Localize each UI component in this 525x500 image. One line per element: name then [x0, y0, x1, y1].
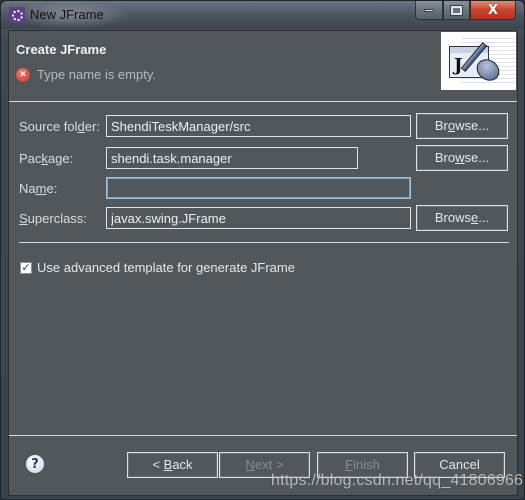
maximize-button[interactable] — [443, 1, 470, 20]
eclipse-gear-icon — [9, 7, 25, 23]
package-label: Package: — [19, 151, 74, 166]
advanced-template-checkbox[interactable]: ✓ — [20, 261, 32, 274]
package-input[interactable] — [106, 147, 358, 169]
name-label: Name: — [19, 181, 58, 196]
wizard-message: × Type name is empty. — [16, 67, 156, 82]
name-row: Name: — [9, 177, 517, 201]
new-jframe-dialog: New JFrame X Create JFrame × Type name i… — [0, 0, 525, 500]
close-button[interactable]: X — [470, 1, 516, 20]
window-title: New JFrame — [30, 7, 104, 22]
source-folder-row: Source folder: Browse... — [9, 113, 517, 139]
maximize-icon — [450, 4, 463, 16]
superclass-label: Superclass: — [19, 211, 87, 226]
source-folder-label: Source folder: — [19, 119, 100, 134]
wizard-message-text: Type name is empty. — [37, 67, 156, 82]
minimize-icon — [424, 8, 434, 12]
watermark-text: https://blog.csdn.net/qq_41806966 — [271, 472, 524, 489]
title-bar[interactable]: New JFrame X — [1, 1, 524, 29]
source-folder-input[interactable] — [106, 115, 411, 137]
advanced-template-label[interactable]: Use advanced template for generate JFram… — [37, 260, 295, 275]
superclass-row: Superclass: Browse... — [9, 205, 517, 231]
source-folder-browse-button[interactable]: Browse... — [416, 113, 508, 139]
superclass-browse-button[interactable]: Browse... — [416, 205, 508, 231]
error-icon: × — [16, 67, 30, 82]
package-row: Package: Browse... — [9, 145, 517, 171]
help-icon[interactable]: ? — [26, 455, 44, 473]
back-button[interactable]: < Back — [127, 452, 218, 478]
dialog-client-area: Create JFrame × Type name is empty. J So… — [8, 30, 518, 496]
close-icon: X — [487, 2, 499, 18]
header-separator — [9, 101, 517, 103]
form-separator — [19, 242, 509, 243]
name-input[interactable] — [106, 177, 411, 199]
window-controls: X — [415, 1, 516, 21]
footer-separator — [9, 435, 517, 436]
jframe-wizard-banner-icon: J — [441, 32, 516, 90]
minimize-button[interactable] — [415, 1, 443, 20]
advanced-template-option[interactable]: ✓ Use advanced template for generate JFr… — [20, 260, 295, 275]
wizard-header: Create JFrame × Type name is empty. J — [9, 31, 517, 101]
package-browse-button[interactable]: Browse... — [416, 145, 508, 171]
superclass-input[interactable] — [106, 207, 411, 229]
wizard-title: Create JFrame — [16, 42, 107, 57]
